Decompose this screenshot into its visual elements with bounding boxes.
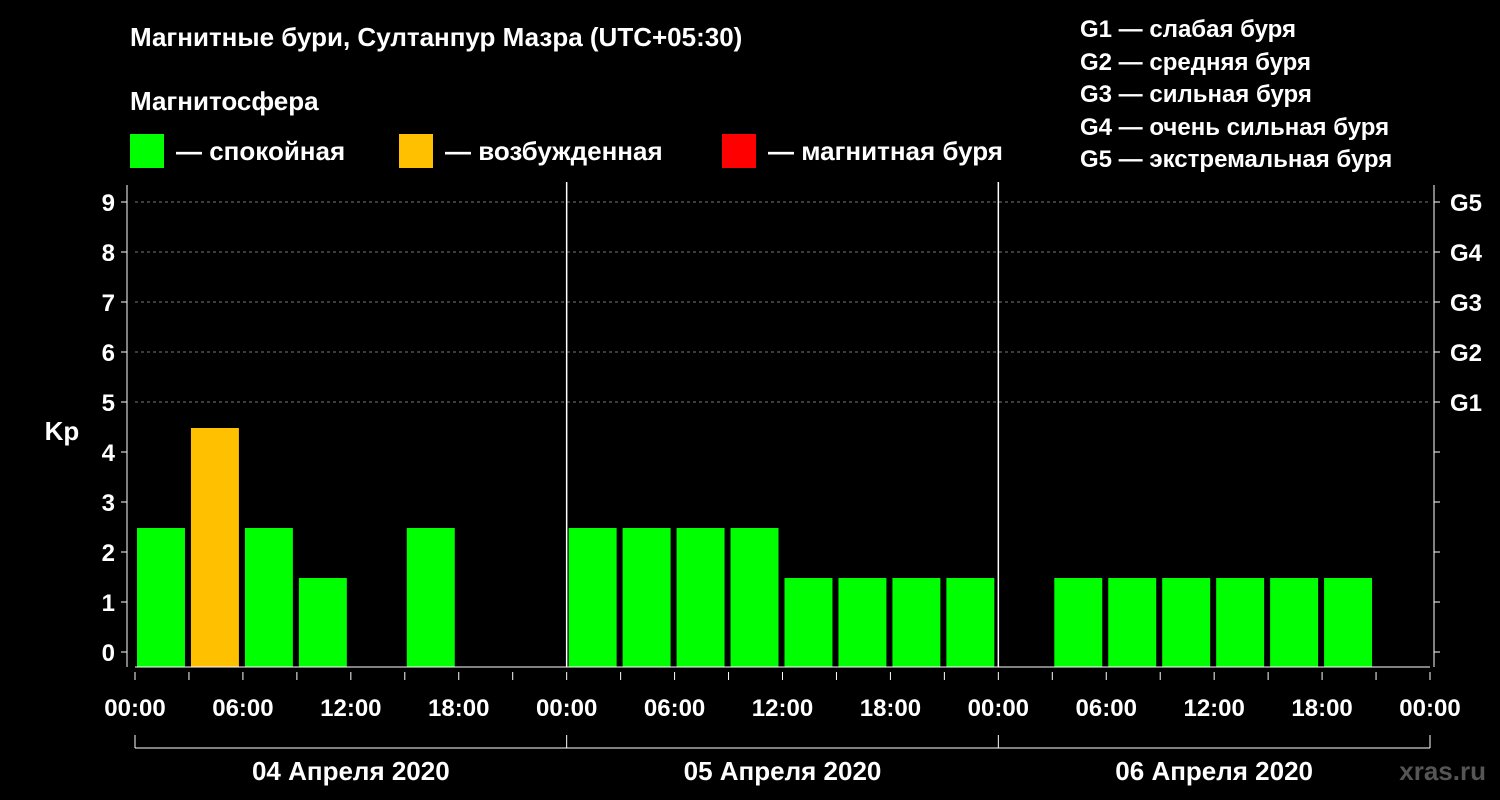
kp-bar <box>892 578 941 667</box>
kp-bar <box>622 528 671 667</box>
y-tick-label: 6 <box>102 340 115 367</box>
x-tick-label: 00:00 <box>104 695 165 722</box>
y-tick-label: 3 <box>102 490 115 517</box>
g-level-label: G3 <box>1450 290 1482 317</box>
kp-chart: 0 1 2 3 4 5 6 7 8 9 G1 G2 G3 G4 G5 00:00 06:00 12:00 18:00… <box>45 182 1483 786</box>
kp-bar <box>676 528 725 667</box>
y-tick-label: 0 <box>102 640 115 667</box>
axes-group: 0 1 2 3 4 5 6 7 8 9 G1 G2 G3 G4 G5 00:00 06:00 12:00 18:00… <box>102 182 1483 786</box>
y-tick-label: 5 <box>102 390 115 417</box>
kp-bar <box>137 528 185 667</box>
x-tick-label: 00:00 <box>536 695 597 722</box>
y-tick-label: 4 <box>102 440 116 467</box>
x-tick-label: 06:00 <box>1076 695 1137 722</box>
g-level-label: G2 <box>1450 340 1482 367</box>
y-tick-label: 9 <box>102 190 115 217</box>
kp-bar <box>298 578 347 667</box>
watermark: xras.ru <box>1399 756 1486 786</box>
kp-bar <box>784 578 833 667</box>
x-tick-label: 18:00 <box>428 695 489 722</box>
kp-bar <box>730 528 779 667</box>
kp-bar <box>244 528 293 667</box>
x-tick-label: 18:00 <box>860 695 921 722</box>
g-level-label: G4 <box>1450 240 1483 267</box>
y-tick-label: 8 <box>102 240 115 267</box>
grid-lines <box>135 201 1430 403</box>
kp-bar <box>1162 578 1211 667</box>
day-label: 06 Апреля 2020 <box>1115 756 1313 786</box>
kp-bar <box>406 528 455 667</box>
kp-bar <box>1108 578 1157 667</box>
g-level-label: G5 <box>1450 190 1482 217</box>
kp-bar <box>946 578 995 667</box>
x-tick-label: 06:00 <box>212 695 273 722</box>
x-tick-label: 06:00 <box>644 695 705 722</box>
g-level-label: G1 <box>1450 390 1482 417</box>
y-tick-label: 7 <box>102 290 115 317</box>
y-tick-label: 2 <box>102 540 115 567</box>
x-tick-label: 12:00 <box>752 695 813 722</box>
x-tick-label: 12:00 <box>320 695 381 722</box>
kp-bar <box>190 428 239 667</box>
day-label: 04 Апреля 2020 <box>252 756 450 786</box>
kp-bar <box>1054 578 1103 667</box>
x-tick-label: 18:00 <box>1291 695 1352 722</box>
y-axis-label: Kp <box>45 416 80 446</box>
x-tick-label: 00:00 <box>1399 695 1460 722</box>
kp-bar <box>1324 578 1373 667</box>
x-tick-label: 12:00 <box>1183 695 1244 722</box>
bars-group <box>137 428 1373 667</box>
kp-bar <box>1270 578 1319 667</box>
kp-bar <box>1216 578 1265 667</box>
y-tick-label: 1 <box>102 590 115 617</box>
x-tick-label: 00:00 <box>968 695 1029 722</box>
day-label: 05 Апреля 2020 <box>684 756 882 786</box>
kp-bar <box>568 528 617 667</box>
kp-bar <box>838 578 887 667</box>
